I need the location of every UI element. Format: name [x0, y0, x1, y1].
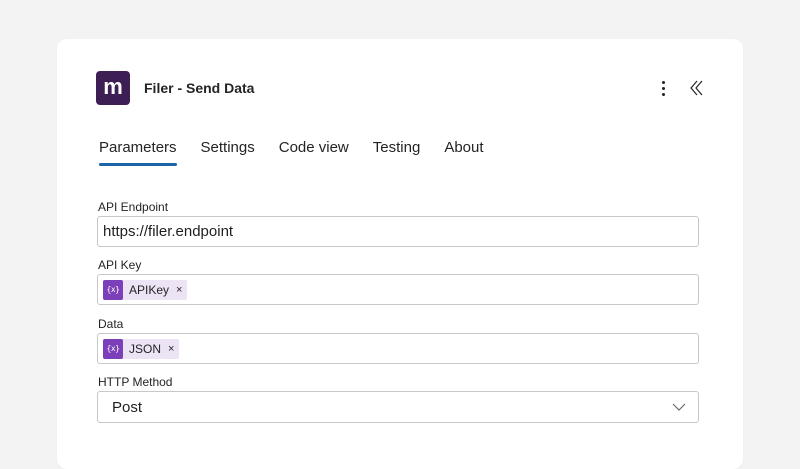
- more-options-button[interactable]: [653, 76, 673, 100]
- more-vertical-icon: [661, 80, 665, 84]
- tab-about[interactable]: About: [444, 139, 483, 164]
- token-label: APIKey: [129, 282, 170, 297]
- action-panel: m Filer - Send Data Parameters Settings …: [57, 39, 743, 469]
- data-label: Data: [98, 317, 124, 331]
- http-method-select[interactable]: Post: [97, 391, 699, 423]
- token-label: JSON: [129, 341, 162, 356]
- api-key-label: API Key: [98, 258, 142, 272]
- tab-bar: Parameters Settings Code view Testing Ab…: [99, 139, 508, 166]
- panel-header: m Filer - Send Data: [96, 70, 707, 106]
- api-key-input[interactable]: {x} APIKey ×: [97, 274, 699, 305]
- api-key-token[interactable]: {x} APIKey ×: [103, 279, 188, 300]
- action-title: Filer - Send Data: [144, 80, 255, 96]
- tab-settings[interactable]: Settings: [201, 139, 255, 164]
- connector-logo: m: [96, 71, 130, 105]
- data-input[interactable]: {x} JSON ×: [97, 333, 699, 364]
- tab-code-view[interactable]: Code view: [279, 139, 349, 164]
- api-endpoint-label: API Endpoint: [98, 200, 169, 214]
- api-endpoint-value: https://filer.endpoint: [103, 223, 234, 240]
- chevron-down-icon: [672, 403, 686, 411]
- variable-icon: {x}: [103, 279, 123, 300]
- remove-token-button[interactable]: ×: [176, 284, 182, 296]
- api-endpoint-input[interactable]: https://filer.endpoint: [97, 216, 699, 247]
- double-chevron-left-icon: [690, 80, 703, 96]
- tab-testing[interactable]: Testing: [373, 139, 421, 164]
- logo-letter: m: [103, 74, 123, 99]
- remove-token-button[interactable]: ×: [168, 343, 174, 355]
- http-method-value: Post: [112, 398, 143, 416]
- data-token[interactable]: {x} JSON ×: [103, 338, 180, 359]
- variable-icon: {x}: [103, 338, 123, 359]
- http-method-label: HTTP Method: [98, 375, 173, 389]
- tab-parameters[interactable]: Parameters: [99, 139, 177, 166]
- collapse-panel-button[interactable]: [687, 76, 707, 100]
